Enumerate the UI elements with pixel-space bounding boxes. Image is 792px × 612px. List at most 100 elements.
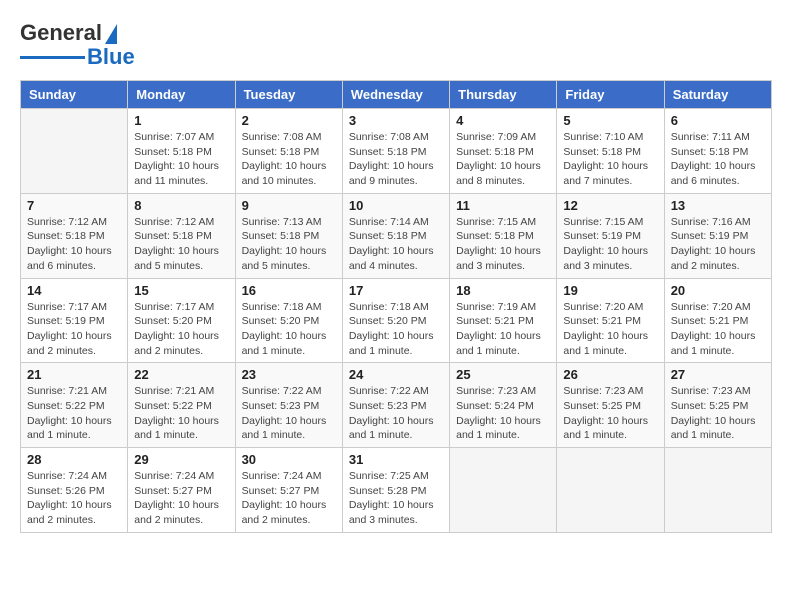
day-info: Sunrise: 7:08 AM Sunset: 5:18 PM Dayligh… [242, 130, 336, 189]
day-info: Sunrise: 7:21 AM Sunset: 5:22 PM Dayligh… [134, 384, 228, 443]
day-info: Sunrise: 7:22 AM Sunset: 5:23 PM Dayligh… [242, 384, 336, 443]
day-number: 14 [27, 283, 121, 298]
day-info: Sunrise: 7:22 AM Sunset: 5:23 PM Dayligh… [349, 384, 443, 443]
day-number: 9 [242, 198, 336, 213]
calendar-cell: 13Sunrise: 7:16 AM Sunset: 5:19 PM Dayli… [664, 193, 771, 278]
day-number: 23 [242, 367, 336, 382]
day-number: 18 [456, 283, 550, 298]
logo: General Blue [20, 20, 135, 70]
day-number: 16 [242, 283, 336, 298]
calendar-cell: 22Sunrise: 7:21 AM Sunset: 5:22 PM Dayli… [128, 363, 235, 448]
day-number: 2 [242, 113, 336, 128]
calendar-cell: 2 Sunrise: 7:08 AM Sunset: 5:18 PM Daylig… [235, 109, 342, 194]
calendar-cell [664, 448, 771, 533]
calendar-cell: 15 Sunrise: 7:17 AM Sunset: 5:20 PM Dayli… [128, 278, 235, 363]
header-saturday: Saturday [664, 81, 771, 109]
calendar-cell [21, 109, 128, 194]
day-info: Sunrise: 7:19 AM Sunset: 5:21 PM Dayligh… [456, 300, 550, 359]
day-info: Sunrise: 7:12 AM Sunset: 5:18 PM Dayligh… [27, 215, 121, 274]
calendar-cell: 11Sunrise: 7:15 AM Sunset: 5:18 PM Dayli… [450, 193, 557, 278]
day-info: Sunrise: 7:25 AM Sunset: 5:28 PM Dayligh… [349, 469, 443, 528]
calendar-cell: 17 Sunrise: 7:18 AM Sunset: 5:20 PM Dayli… [342, 278, 449, 363]
day-number: 12 [563, 198, 657, 213]
calendar-cell: 7 Sunrise: 7:12 AM Sunset: 5:18 PM Daylig… [21, 193, 128, 278]
calendar-header-row: SundayMondayTuesdayWednesdayThursdayFrid… [21, 81, 772, 109]
day-number: 17 [349, 283, 443, 298]
day-info: Sunrise: 7:07 AM Sunset: 5:18 PM Dayligh… [134, 130, 228, 189]
day-number: 30 [242, 452, 336, 467]
day-number: 4 [456, 113, 550, 128]
calendar-cell: 14 Sunrise: 7:17 AM Sunset: 5:19 PM Dayli… [21, 278, 128, 363]
calendar-cell: 8 Sunrise: 7:12 AM Sunset: 5:18 PM Daylig… [128, 193, 235, 278]
page-header: General Blue [20, 20, 772, 70]
day-number: 15 [134, 283, 228, 298]
calendar-cell: 1 Sunrise: 7:07 AM Sunset: 5:18 PM Daylig… [128, 109, 235, 194]
day-number: 24 [349, 367, 443, 382]
day-info: Sunrise: 7:15 AM Sunset: 5:18 PM Dayligh… [456, 215, 550, 274]
calendar-cell: 31 Sunrise: 7:25 AM Sunset: 5:28 PM Dayli… [342, 448, 449, 533]
header-monday: Monday [128, 81, 235, 109]
day-info: Sunrise: 7:23 AM Sunset: 5:25 PM Dayligh… [563, 384, 657, 443]
day-number: 25 [456, 367, 550, 382]
calendar-cell [557, 448, 664, 533]
calendar-cell: 12 Sunrise: 7:15 AM Sunset: 5:19 PM Dayli… [557, 193, 664, 278]
header-wednesday: Wednesday [342, 81, 449, 109]
header-tuesday: Tuesday [235, 81, 342, 109]
day-number: 5 [563, 113, 657, 128]
day-info: Sunrise: 7:10 AM Sunset: 5:18 PM Dayligh… [563, 130, 657, 189]
calendar-cell: 30 Sunrise: 7:24 AM Sunset: 5:27 PM Dayli… [235, 448, 342, 533]
day-number: 26 [563, 367, 657, 382]
calendar-cell: 29Sunrise: 7:24 AM Sunset: 5:27 PM Dayli… [128, 448, 235, 533]
day-info: Sunrise: 7:08 AM Sunset: 5:18 PM Dayligh… [349, 130, 443, 189]
calendar-cell: 6Sunrise: 7:11 AM Sunset: 5:18 PM Daylig… [664, 109, 771, 194]
day-number: 3 [349, 113, 443, 128]
day-info: Sunrise: 7:12 AM Sunset: 5:18 PM Dayligh… [134, 215, 228, 274]
calendar-cell: 4 Sunrise: 7:09 AM Sunset: 5:18 PM Daylig… [450, 109, 557, 194]
calendar-table: SundayMondayTuesdayWednesdayThursdayFrid… [20, 80, 772, 533]
day-info: Sunrise: 7:15 AM Sunset: 5:19 PM Dayligh… [563, 215, 657, 274]
logo-text-general: General [20, 20, 102, 46]
day-info: Sunrise: 7:18 AM Sunset: 5:20 PM Dayligh… [242, 300, 336, 359]
day-number: 27 [671, 367, 765, 382]
logo-blue-bar [20, 56, 85, 59]
day-info: Sunrise: 7:20 AM Sunset: 5:21 PM Dayligh… [671, 300, 765, 359]
day-number: 10 [349, 198, 443, 213]
day-number: 29 [134, 452, 228, 467]
day-info: Sunrise: 7:20 AM Sunset: 5:21 PM Dayligh… [563, 300, 657, 359]
day-number: 8 [134, 198, 228, 213]
day-number: 7 [27, 198, 121, 213]
day-info: Sunrise: 7:23 AM Sunset: 5:24 PM Dayligh… [456, 384, 550, 443]
calendar-cell: 21 Sunrise: 7:21 AM Sunset: 5:22 PM Dayli… [21, 363, 128, 448]
calendar-week-row: 28Sunrise: 7:24 AM Sunset: 5:26 PM Dayli… [21, 448, 772, 533]
day-number: 19 [563, 283, 657, 298]
day-info: Sunrise: 7:13 AM Sunset: 5:18 PM Dayligh… [242, 215, 336, 274]
calendar-cell: 26 Sunrise: 7:23 AM Sunset: 5:25 PM Dayli… [557, 363, 664, 448]
day-info: Sunrise: 7:16 AM Sunset: 5:19 PM Dayligh… [671, 215, 765, 274]
day-info: Sunrise: 7:24 AM Sunset: 5:27 PM Dayligh… [242, 469, 336, 528]
day-info: Sunrise: 7:18 AM Sunset: 5:20 PM Dayligh… [349, 300, 443, 359]
calendar-cell: 18 Sunrise: 7:19 AM Sunset: 5:21 PM Dayli… [450, 278, 557, 363]
logo-triangle-icon [105, 24, 117, 44]
header-sunday: Sunday [21, 81, 128, 109]
day-number: 21 [27, 367, 121, 382]
day-number: 6 [671, 113, 765, 128]
calendar-week-row: 1 Sunrise: 7:07 AM Sunset: 5:18 PM Daylig… [21, 109, 772, 194]
day-number: 20 [671, 283, 765, 298]
calendar-cell: 20 Sunrise: 7:20 AM Sunset: 5:21 PM Dayli… [664, 278, 771, 363]
day-number: 31 [349, 452, 443, 467]
day-info: Sunrise: 7:23 AM Sunset: 5:25 PM Dayligh… [671, 384, 765, 443]
calendar-cell: 9 Sunrise: 7:13 AM Sunset: 5:18 PM Daylig… [235, 193, 342, 278]
calendar-cell: 19 Sunrise: 7:20 AM Sunset: 5:21 PM Dayli… [557, 278, 664, 363]
day-info: Sunrise: 7:09 AM Sunset: 5:18 PM Dayligh… [456, 130, 550, 189]
calendar-cell: 24 Sunrise: 7:22 AM Sunset: 5:23 PM Dayli… [342, 363, 449, 448]
calendar-cell: 3 Sunrise: 7:08 AM Sunset: 5:18 PM Daylig… [342, 109, 449, 194]
day-info: Sunrise: 7:17 AM Sunset: 5:20 PM Dayligh… [134, 300, 228, 359]
calendar-week-row: 7 Sunrise: 7:12 AM Sunset: 5:18 PM Daylig… [21, 193, 772, 278]
day-info: Sunrise: 7:24 AM Sunset: 5:26 PM Dayligh… [27, 469, 121, 528]
calendar-cell: 23 Sunrise: 7:22 AM Sunset: 5:23 PM Dayli… [235, 363, 342, 448]
calendar-cell: 28Sunrise: 7:24 AM Sunset: 5:26 PM Dayli… [21, 448, 128, 533]
header-thursday: Thursday [450, 81, 557, 109]
day-info: Sunrise: 7:17 AM Sunset: 5:19 PM Dayligh… [27, 300, 121, 359]
day-number: 1 [134, 113, 228, 128]
day-info: Sunrise: 7:21 AM Sunset: 5:22 PM Dayligh… [27, 384, 121, 443]
